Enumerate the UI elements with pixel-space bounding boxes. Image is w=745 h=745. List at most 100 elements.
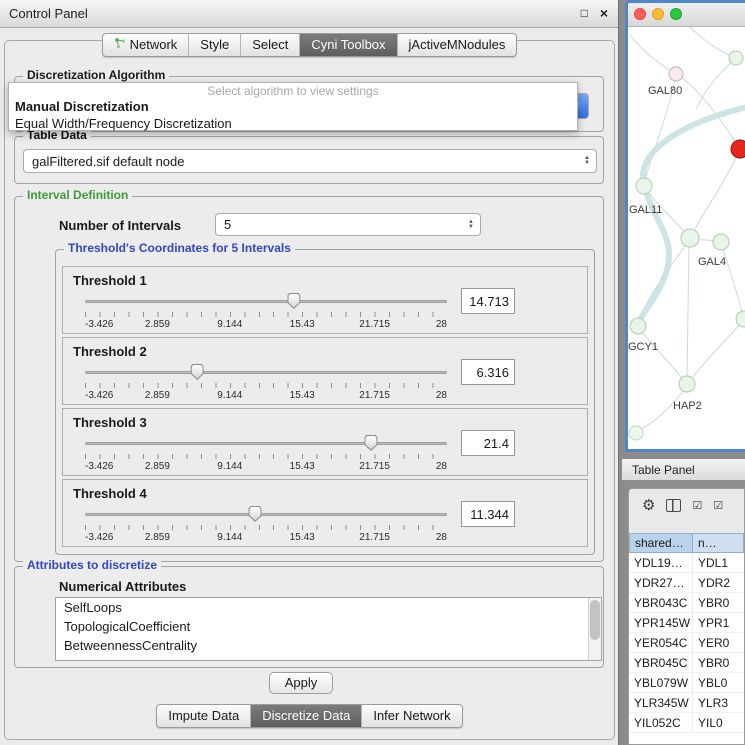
scale-label: 2.859 xyxy=(145,319,170,330)
slider-track[interactable] xyxy=(85,513,447,516)
slider-thumb[interactable] xyxy=(249,506,262,522)
table-row[interactable]: YBL079W YBL0 xyxy=(629,673,744,693)
tab-infer-network[interactable]: Infer Network xyxy=(362,705,461,727)
table-row[interactable]: YER054C YER0 xyxy=(629,633,744,653)
scrollbar-thumb[interactable] xyxy=(590,600,600,640)
combo-stepper-icon[interactable]: ▲ ▼ xyxy=(578,156,596,166)
table-row[interactable]: YLR345W YLR3 xyxy=(629,693,744,713)
slider-scale: -3.426 2.859 9.144 15.43 21.715 28 xyxy=(85,532,447,544)
top-tab-bar: Network Style Select Cyni Toolbox jActiv… xyxy=(0,33,619,57)
network-node[interactable] xyxy=(729,51,743,65)
tab-cyni-toolbox[interactable]: Cyni Toolbox xyxy=(300,34,397,56)
zoom-traffic-light[interactable] xyxy=(670,8,682,20)
minimize-traffic-light[interactable] xyxy=(652,8,664,20)
table-row[interactable]: YBR045C YBR0 xyxy=(629,653,744,673)
list-item[interactable]: BetweennessCentrality xyxy=(56,636,601,655)
scale-label: 9.144 xyxy=(217,319,242,330)
cell-name: YPR1 xyxy=(693,613,744,632)
network-node[interactable] xyxy=(636,178,652,194)
network-node[interactable] xyxy=(669,67,683,81)
gear-icon[interactable]: ⚙ xyxy=(642,498,655,513)
group-attributes-to-discretize: Attributes to discretize Numerical Attri… xyxy=(14,566,604,668)
slider-thumb[interactable] xyxy=(287,293,300,309)
scale-label: 28 xyxy=(436,532,447,543)
table-row[interactable]: YDR27… YDR2 xyxy=(629,573,744,593)
tab-impute-data[interactable]: Impute Data xyxy=(157,705,251,727)
apply-button[interactable]: Apply xyxy=(269,672,333,694)
tab-label: Infer Network xyxy=(373,708,450,723)
control-panel-window: Control Panel □ × Network Style Select C… xyxy=(0,0,619,745)
slider-scale: -3.426 2.859 9.144 15.43 21.715 28 xyxy=(85,461,447,473)
column-header-name[interactable]: n… xyxy=(693,533,744,553)
threshold-slider[interactable] xyxy=(85,293,447,309)
threshold-slider[interactable] xyxy=(85,506,447,522)
scale-label: -3.426 xyxy=(85,532,113,543)
scale-label: -3.426 xyxy=(85,390,113,401)
close-traffic-light[interactable] xyxy=(634,8,646,20)
tab-jactivemodules[interactable]: jActiveMNodules xyxy=(398,34,517,56)
tab-network[interactable]: Network xyxy=(103,34,190,56)
threshold-label: Threshold 2 xyxy=(73,344,147,359)
scale-label: 28 xyxy=(436,461,447,472)
group-table-data: Table Data galFiltered.sif default node … xyxy=(14,136,604,184)
network-node[interactable] xyxy=(630,318,646,334)
close-icon[interactable]: × xyxy=(600,5,608,21)
network-node[interactable] xyxy=(736,311,745,327)
table-row[interactable]: YPR145W YPR1 xyxy=(629,613,744,633)
slider-track[interactable] xyxy=(85,442,447,445)
network-canvas[interactable]: GAL80 GAL11 GAL4 GCY1 HAP2 xyxy=(628,27,745,448)
threshold-row: Threshold 3 -3.426 2.859 9.144 15.43 21.… xyxy=(62,408,588,476)
float-window-icon[interactable]: □ xyxy=(581,6,588,20)
scale-label: 15.43 xyxy=(290,532,315,543)
tab-label: Style xyxy=(200,37,229,52)
network-node[interactable] xyxy=(629,426,643,440)
threshold-value-field[interactable]: 6.316 xyxy=(461,359,515,385)
slider-track[interactable] xyxy=(85,300,447,303)
tab-label: Select xyxy=(252,37,288,52)
table-row[interactable]: YDL19… YDL1 xyxy=(629,553,744,573)
network-node-selected-red[interactable] xyxy=(731,140,745,158)
select-rows-checkbox-icon[interactable]: ☑ xyxy=(713,499,723,512)
network-node[interactable] xyxy=(679,376,695,392)
cell-shared-name: YBL079W xyxy=(629,673,693,692)
panel-title: Control Panel xyxy=(9,6,88,21)
group-label: Attributes to discretize xyxy=(23,558,161,572)
list-item[interactable]: SelfLoops xyxy=(56,598,601,617)
group-label: Interval Definition xyxy=(23,188,132,202)
option-equal-width-frequency[interactable]: Equal Width/Frequency Discretization xyxy=(9,115,577,132)
threshold-label: Threshold 1 xyxy=(73,273,147,288)
tab-discretize-data[interactable]: Discretize Data xyxy=(251,705,362,727)
network-node[interactable] xyxy=(713,234,729,250)
table-data-combo[interactable]: galFiltered.sif default node ▲ ▼ xyxy=(23,149,597,173)
slider-thumb[interactable] xyxy=(364,435,377,451)
scale-label: 2.859 xyxy=(145,532,170,543)
table-row[interactable]: YIL052C YIL0 xyxy=(629,713,744,733)
cell-shared-name: YDR27… xyxy=(629,573,693,592)
column-selector-icon[interactable] xyxy=(666,499,681,512)
threshold-value-field[interactable]: 11.344 xyxy=(461,501,515,527)
list-item[interactable]: TopologicalCoefficient xyxy=(56,617,601,636)
tab-style[interactable]: Style xyxy=(189,34,241,56)
table-row[interactable]: YBR043C YBR0 xyxy=(629,593,744,613)
tab-select[interactable]: Select xyxy=(241,34,300,56)
slider-track[interactable] xyxy=(85,371,447,374)
threshold-value-field[interactable]: 14.713 xyxy=(461,288,515,314)
combo-stepper-icon[interactable]: ▲ ▼ xyxy=(462,220,480,230)
tab-label: Impute Data xyxy=(168,708,239,723)
threshold-slider[interactable] xyxy=(85,364,447,380)
group-interval-definition: Interval Definition Number of Intervals … xyxy=(14,196,604,562)
threshold-slider[interactable] xyxy=(85,435,447,451)
network-node[interactable] xyxy=(681,229,699,247)
combo-value: 5 xyxy=(216,217,462,232)
list-scrollbar[interactable] xyxy=(588,598,601,660)
option-manual-discretization[interactable]: Manual Discretization xyxy=(9,98,577,115)
column-header-shared-name[interactable]: shared… xyxy=(629,533,693,553)
threshold-value-field[interactable]: 21.4 xyxy=(461,430,515,456)
scale-label: 15.43 xyxy=(290,461,315,472)
slider-thumb[interactable] xyxy=(191,364,204,380)
select-all-checkbox-icon[interactable]: ☑ xyxy=(692,499,702,512)
scale-label: 15.43 xyxy=(290,319,315,330)
slider-tick-marks xyxy=(85,383,447,388)
threshold-label: Threshold 4 xyxy=(73,486,147,501)
num-intervals-combo[interactable]: 5 ▲ ▼ xyxy=(215,213,481,236)
